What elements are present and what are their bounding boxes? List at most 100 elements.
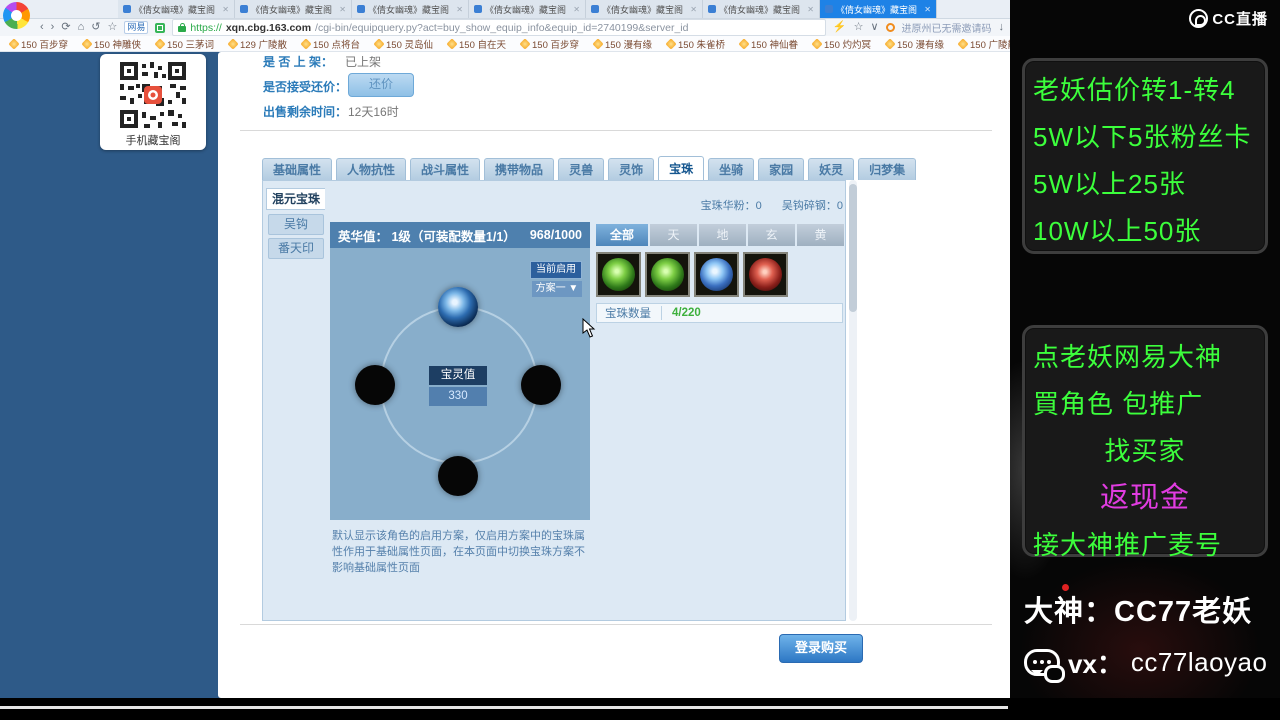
bookmark-item[interactable]: 129 广陵散: [227, 37, 287, 51]
letterbox-bar: [0, 698, 1280, 720]
bookmark-item[interactable]: 150 漫有缘: [884, 37, 944, 51]
browser-tab[interactable]: 《倩女幽魂》藏宝阁 ✕: [118, 0, 235, 18]
bookmark-item[interactable]: 150 神雕侠: [81, 37, 141, 51]
tab-dream[interactable]: 归梦集: [858, 158, 917, 180]
filter-huang[interactable]: 黄: [797, 224, 844, 246]
download-icon[interactable]: ↓: [999, 19, 1005, 36]
browser-tab[interactable]: 《倩女幽魂》藏宝阁 ✕: [235, 0, 352, 18]
browser-tab[interactable]: 《倩女幽魂》藏宝阁 ✕: [586, 0, 703, 18]
star-icon[interactable]: ☆: [107, 19, 117, 36]
tab-favicon: [357, 5, 365, 13]
tab-close-icon[interactable]: ✕: [924, 5, 931, 14]
bookmark-icon: [154, 37, 166, 50]
blue-pearl-icon[interactable]: [694, 252, 739, 297]
pearl-ring: [380, 306, 538, 464]
tab-resistances[interactable]: 人物抗性: [336, 158, 407, 180]
tab-mount[interactable]: 坐骑: [708, 158, 755, 180]
tab-pearl[interactable]: 宝珠: [658, 156, 705, 180]
tab-inventory[interactable]: 携带物品: [484, 158, 555, 180]
bookmark-item[interactable]: 150 神仙眷: [738, 37, 798, 51]
bookmark-item[interactable]: 150 灼灼冥: [811, 37, 871, 51]
notice-text[interactable]: 进原州已无需邀请码: [902, 20, 992, 35]
plan-select[interactable]: 方案一 ▼: [532, 281, 582, 297]
cc-logo-text: CC直播: [1212, 11, 1268, 28]
blue-pearl-orb: [700, 258, 733, 291]
promo-line: 点老妖网易大神: [1033, 342, 1223, 372]
filter-di[interactable]: 地: [699, 224, 746, 246]
refresh-icon[interactable]: ⟳: [61, 19, 70, 36]
tab-base-attrs[interactable]: 基础属性: [262, 158, 333, 180]
promo-info-box: 点老妖网易大神 買角色 包推广 找买家 返现金 接大神推广麦号: [1022, 325, 1268, 560]
tab-close-icon[interactable]: ✕: [456, 5, 463, 14]
pearl-slot-bottom[interactable]: [438, 456, 478, 496]
red-pearl-icon[interactable]: [743, 252, 788, 297]
back-icon[interactable]: ‹: [40, 19, 44, 36]
red-pearl-orb: [749, 258, 782, 291]
url-input[interactable]: https:// xqn.cbg.163.com /cgi-bin/equipq…: [172, 19, 826, 36]
lightning-icon[interactable]: ⚡: [833, 19, 847, 36]
tab-close-icon[interactable]: ✕: [807, 5, 814, 14]
bookmark-item[interactable]: 150 自在天: [446, 37, 506, 51]
bookmark-icon: [811, 37, 823, 50]
cert-icon: [155, 22, 166, 33]
filter-tian[interactable]: 天: [650, 224, 697, 246]
side-tab-fantianyin[interactable]: 番天印: [268, 238, 324, 259]
bookmark-item[interactable]: 150 漫有缘: [592, 37, 652, 51]
tab-close-icon[interactable]: ✕: [222, 5, 229, 14]
netease-badge: 网易: [124, 21, 149, 34]
bookmark-icon: [8, 37, 20, 50]
browser-menu-ball-icon[interactable]: [3, 2, 30, 29]
tab-close-icon[interactable]: ✕: [339, 5, 346, 14]
tab-close-icon[interactable]: ✕: [573, 5, 580, 14]
bookmark-item[interactable]: 150 点将台: [300, 37, 360, 51]
qr-code: [118, 60, 188, 130]
bookmark-item[interactable]: 150 百步穿: [8, 37, 68, 51]
history-icon[interactable]: ↺: [91, 19, 100, 36]
streamer-name: 大神：CC77老妖: [1024, 596, 1253, 628]
bookmark-label: 150 朱雀桥: [678, 39, 725, 51]
bookmark-star-icon[interactable]: ☆: [854, 19, 864, 36]
browser-chrome: 《倩女幽魂》藏宝阁 ✕ 《倩女幽魂》藏宝阁 ✕ 《倩女幽魂》藏宝阁 ✕ 《倩女幽魂》藏…: [0, 0, 1010, 52]
bookmark-item[interactable]: 150 百步穿: [519, 37, 579, 51]
tab-close-icon[interactable]: ✕: [690, 5, 697, 14]
home-icon[interactable]: ⌂: [78, 19, 85, 36]
price-info-box: 老妖估价转1-转4 5W以下5张粉丝卡 5W以上25张 10W以上50张: [1022, 58, 1268, 254]
tab-accessory[interactable]: 灵饰: [608, 158, 655, 180]
tab-combat-attrs[interactable]: 战斗属性: [410, 158, 481, 180]
pearl-slot-right[interactable]: [521, 365, 561, 405]
browser-tab-active[interactable]: 《倩女幽魂》藏宝阁 ✕: [820, 0, 937, 18]
pearl-slot-top-icon[interactable]: [438, 287, 478, 327]
level-value: 968/1000: [529, 228, 582, 242]
side-tab-hunyuan[interactable]: 混元宝珠: [266, 188, 325, 210]
browser-tab[interactable]: 《倩女幽魂》藏宝阁 ✕: [703, 0, 820, 18]
level-label: 英华值： 1级（可装配数量1/1）: [338, 229, 516, 244]
pearl-slot-left[interactable]: [355, 365, 395, 405]
cc-logo-icon: [1189, 9, 1209, 28]
green-pearl-icon[interactable]: [596, 252, 641, 297]
tab-favicon: [591, 5, 599, 13]
tab-title: 《倩女幽魂》藏宝阁: [719, 4, 801, 15]
tab-spirit[interactable]: 妖灵: [808, 158, 855, 180]
bargain-button[interactable]: 还价: [348, 73, 414, 97]
current-enable-button[interactable]: 当前启用: [530, 261, 582, 279]
bookmark-icon: [373, 37, 385, 50]
side-tab-wugou[interactable]: 吴钩: [268, 214, 324, 235]
forward-icon[interactable]: ›: [51, 19, 55, 36]
filter-xuan[interactable]: 玄: [748, 224, 795, 246]
bookmark-item[interactable]: 150 广陵散: [957, 37, 1010, 51]
tab-favicon: [474, 5, 482, 13]
tab-home[interactable]: 家园: [758, 158, 805, 180]
pearl-count-label: 宝珠数量: [605, 308, 651, 320]
chevron-down-icon[interactable]: ∨: [870, 19, 878, 36]
bookmark-item[interactable]: 150 朱雀桥: [665, 37, 725, 51]
browser-tab[interactable]: 《倩女幽魂》藏宝阁 ✕: [469, 0, 586, 18]
bookmark-item[interactable]: 150 三茅词: [154, 37, 214, 51]
browser-tab[interactable]: 《倩女幽魂》藏宝阁 ✕: [352, 0, 469, 18]
bookmark-item[interactable]: 150 灵岛仙: [373, 37, 433, 51]
login-buy-button[interactable]: 登录购买: [779, 634, 863, 663]
filter-all[interactable]: 全部: [596, 224, 648, 246]
tab-pet[interactable]: 灵兽: [558, 158, 605, 180]
green-pearl-icon[interactable]: [645, 252, 690, 297]
panel-scrollbar-thumb[interactable]: [849, 184, 857, 312]
equip-tabs: 基础属性 人物抗性 战斗属性 携带物品 灵兽 灵饰 宝珠 坐骑 家园 妖灵 归梦…: [262, 156, 917, 180]
